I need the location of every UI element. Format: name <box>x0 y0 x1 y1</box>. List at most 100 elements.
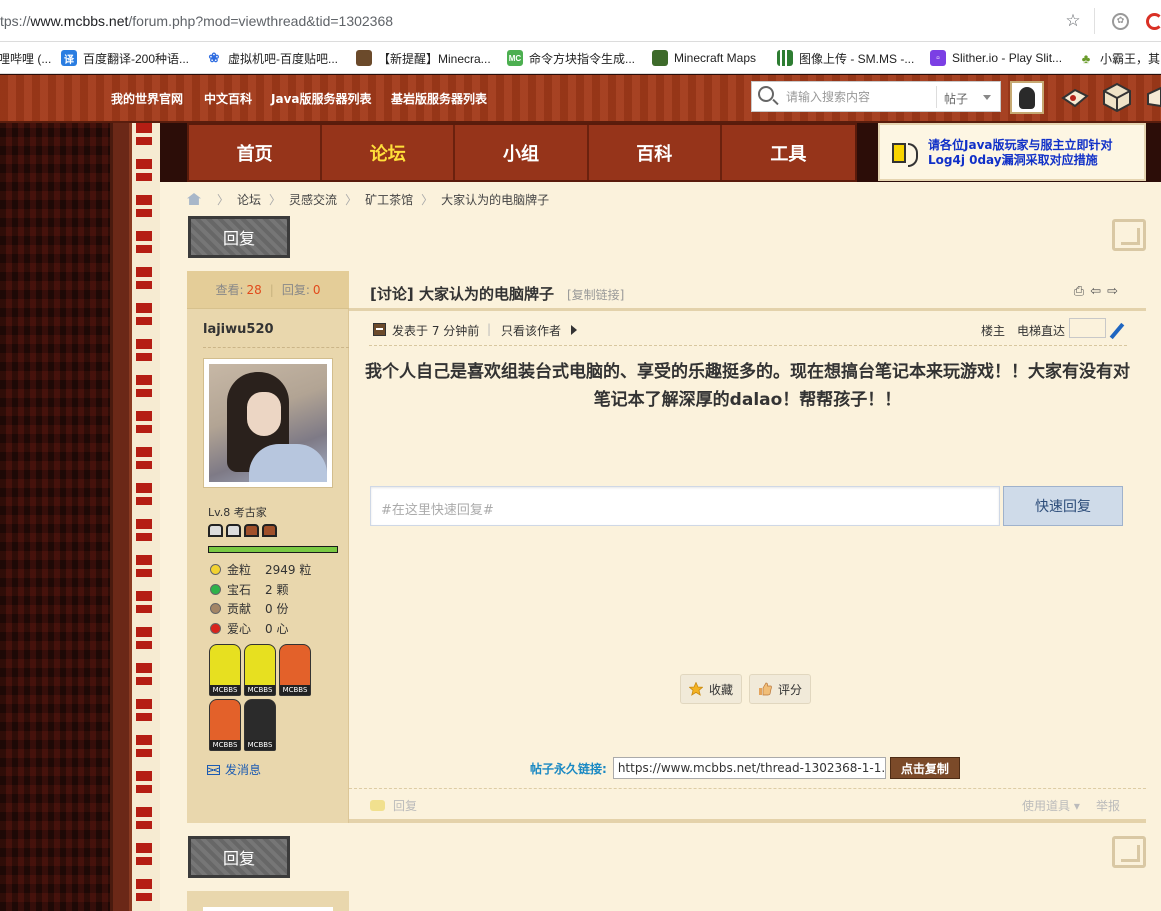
avatar-photo <box>209 364 327 482</box>
rate-button[interactable]: 评分 <box>749 674 812 704</box>
bookmark-item[interactable]: ▫ Slither.io - Play Slit... <box>930 48 1062 68</box>
medal-sapling-icon[interactable]: MCBBS <box>209 699 241 751</box>
only-author-link[interactable]: 只看该作者 <box>501 322 561 339</box>
quick-reply-input[interactable]: #在这里快速回复# <box>370 486 1000 526</box>
medal-tag: MCBBS <box>280 685 310 695</box>
floor-jump-input[interactable] <box>1069 318 1106 338</box>
stat-love: 爱心 0 心 <box>210 620 288 637</box>
return-list-icon[interactable] <box>1112 219 1146 251</box>
extension-red-icon[interactable] <box>1146 13 1161 30</box>
xp-bar <box>208 546 338 553</box>
bookmarks-bar: 哩哔哩 (... 译百度翻译-200种语... ❀ 虚拟机吧-百度贴吧... 【新… <box>0 42 1161 74</box>
search-icon[interactable] <box>758 86 774 102</box>
topbar-link-bedrock-servers[interactable]: 基岩版服务器列表 <box>391 90 487 107</box>
level-helmets <box>208 524 277 537</box>
bookmark-label: Minecraft Maps <box>674 51 757 65</box>
medal-pickaxe-icon[interactable]: MCBBS <box>244 644 276 696</box>
print-icon[interactable]: ⎙ <box>1074 284 1084 299</box>
bookmark-item[interactable]: ♣ 小霸王，其 <box>1078 48 1160 68</box>
breadcrumb-item[interactable]: 大家认为的电脑牌子 <box>441 191 549 208</box>
bookmark-item[interactable]: Minecraft Maps <box>652 48 756 68</box>
use-tools-link[interactable]: 使用道具 ▾ <box>1022 797 1080 814</box>
elevator-label: 电梯直达 <box>1017 324 1066 338</box>
notification-icon[interactable] <box>1060 82 1090 112</box>
copy-permalink-button[interactable]: 点击复制 <box>889 757 960 779</box>
stat-value: 0 心 <box>265 622 289 636</box>
bookmark-item[interactable]: MC 命令方块指令生成... <box>507 48 635 68</box>
stats-separator: | <box>269 282 274 297</box>
search-box: 请输入搜索内容 帖子 <box>751 81 1001 112</box>
bookmark-label: 虚拟机吧-百度贴吧... <box>228 51 338 66</box>
next-post-sidebar <box>187 891 349 911</box>
bookmark-item[interactable]: 【新提醒】Minecra... <box>356 48 491 68</box>
extension-icon[interactable]: ✿ <box>1112 13 1129 30</box>
author-name[interactable]: lajiwu520 <box>203 322 274 337</box>
medal-ore-icon[interactable]: MCBBS <box>244 699 276 751</box>
main-nav: 首页 论坛 小组 百科 工具 <box>187 123 857 182</box>
bookmark-star-icon[interactable]: ☆ <box>1064 12 1082 30</box>
medal-pickaxe-icon[interactable]: MCBBS <box>209 644 241 696</box>
block-menu-icon[interactable] <box>1102 82 1132 113</box>
bookmark-item[interactable]: 图像上传 - SM.MS -... <box>777 48 914 68</box>
post-tag[interactable]: [讨论] <box>370 285 414 303</box>
breadcrumb-item[interactable]: 灵感交流 <box>289 191 337 208</box>
quick-reply-button[interactable]: 快速回复 <box>1003 486 1123 526</box>
leather-helmet-icon <box>262 524 277 537</box>
menu-extra-icon[interactable] <box>1145 82 1161 112</box>
medal-tag: MCBBS <box>210 685 240 695</box>
bookmark-label: Slither.io - Play Slit... <box>952 51 1063 65</box>
author-avatar[interactable] <box>203 358 333 488</box>
topbar-link-wiki[interactable]: 中文百科 <box>204 90 252 107</box>
permalink-row: 帖子永久链接: https://www.mcbbs.net/thread-130… <box>530 757 960 779</box>
nav-groups[interactable]: 小组 <box>455 125 589 180</box>
announcement-box: 请各位Java版玩家与服主立即针对Log4j 0day漏洞采取对应措施 <box>878 123 1146 181</box>
stat-contrib: 贡献 0 份 <box>210 600 288 617</box>
edit-pencil-icon[interactable] <box>1109 322 1125 340</box>
views-count: 28 <box>246 282 262 297</box>
reply-button-bottom[interactable]: 回复 <box>188 836 290 878</box>
stat-value: 0 份 <box>265 602 289 616</box>
prev-thread-icon[interactable]: ⇦ <box>1090 284 1101 299</box>
next-thread-icon[interactable]: ⇨ <box>1107 284 1118 299</box>
nav-home[interactable]: 首页 <box>189 125 323 180</box>
search-divider <box>936 86 937 108</box>
topbar-link-java-servers[interactable]: Java版服务器列表 <box>271 90 371 107</box>
url-text[interactable]: tps://www.mcbbs.net/forum.php?mod=viewth… <box>0 13 393 29</box>
permalink-field[interactable]: https://www.mcbbs.net/thread-1302368-1-1… <box>612 757 886 779</box>
announcement-link[interactable]: 请各位Java版玩家与服主立即针对Log4j 0day漏洞采取对应措施 <box>928 138 1140 168</box>
translate-icon: 译 <box>61 50 77 66</box>
copy-link-button[interactable]: [复制链接] <box>567 286 624 303</box>
favorite-button[interactable]: 收藏 <box>680 674 743 704</box>
search-scope-select[interactable]: 帖子 <box>944 90 968 107</box>
nav-forum[interactable]: 论坛 <box>322 125 456 180</box>
favorite-label: 收藏 <box>709 682 734 697</box>
address-bar[interactable]: tps://www.mcbbs.net/forum.php?mod=viewth… <box>0 0 1161 42</box>
medal-tag: MCBBS <box>245 740 275 750</box>
bookmark-item[interactable]: ❀ 虚拟机吧-百度贴吧... <box>206 48 338 68</box>
iron-helmet-icon <box>208 524 223 537</box>
chevron-down-icon[interactable] <box>983 95 991 100</box>
send-message-link[interactable]: 发消息 <box>207 761 261 778</box>
bookmark-label: 小霸王，其 <box>1100 51 1161 66</box>
floor-label: 楼主 <box>981 324 1006 338</box>
home-icon[interactable] <box>187 193 201 205</box>
medal-anniversary-icon[interactable]: MCBBS <box>279 644 311 696</box>
reply-button-top[interactable]: 回复 <box>188 216 290 258</box>
nav-tools[interactable]: 工具 <box>721 125 855 180</box>
topbar-link-official[interactable]: 我的世界官网 <box>111 90 183 107</box>
bookmark-item[interactable]: 译百度翻译-200种语... <box>61 48 189 68</box>
breadcrumb-item[interactable]: 论坛 <box>237 191 261 208</box>
nav-wiki[interactable]: 百科 <box>588 125 722 180</box>
return-list-icon[interactable] <box>1112 836 1146 868</box>
breadcrumb-item[interactable]: 矿工茶馆 <box>365 191 413 208</box>
use-tools-label: 使用道具 <box>1022 799 1071 813</box>
footer-reply-link[interactable]: 回复 <box>370 797 417 814</box>
mc-icon: MC <box>507 50 523 66</box>
report-link[interactable]: 举报 <box>1096 797 1120 814</box>
stat-value: 2 颗 <box>265 583 289 597</box>
user-avatar-small[interactable] <box>1010 81 1044 114</box>
url-host: www.mcbbs.net <box>30 13 129 29</box>
search-input[interactable]: 请输入搜索内容 <box>786 88 936 106</box>
bookmark-item[interactable]: 哩哔哩 (... <box>0 48 51 68</box>
send-message-label: 发消息 <box>225 763 262 777</box>
